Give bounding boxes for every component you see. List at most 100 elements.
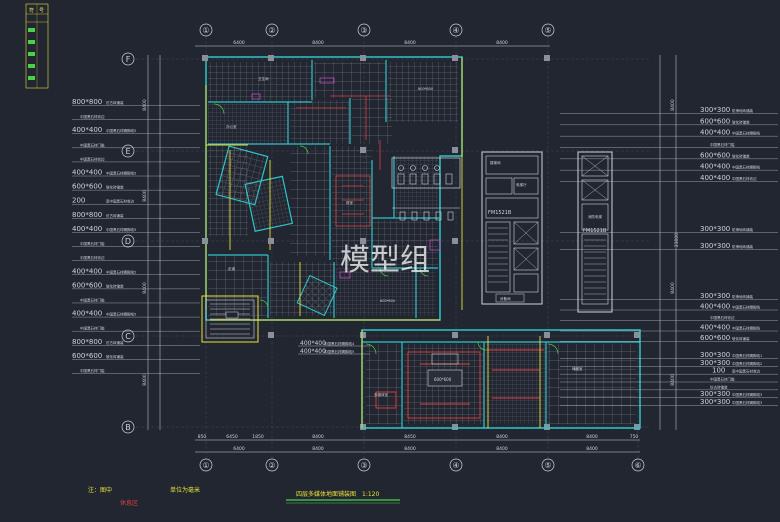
left-ann-size: 400*400 [72, 225, 102, 233]
elevator-core-2: FM1521B 消防电梯 [577, 151, 613, 313]
core1-label: 楼梯间 [490, 160, 501, 165]
dim-left-3: 8400 [142, 282, 148, 294]
left-ann-size: 400*400 [72, 126, 102, 134]
right-ann-text: 宽中国黑石材收边 [732, 369, 760, 374]
right-ann-text: 中国黑石材踢脚线3 [732, 392, 762, 397]
lower-room-label-2: 多媒体室 [374, 392, 388, 397]
right-ann-size: 300*300 [700, 359, 730, 367]
dim-bot2-2: 8400 [312, 446, 324, 452]
note-label: 注：图中 [88, 486, 112, 494]
right-ann-size: 300*300 [700, 398, 730, 406]
left-ann-size: 200 [72, 197, 85, 205]
left-ann-text: 中国黑石材收边 [80, 255, 105, 260]
dim-bot-1: 850 [198, 434, 207, 440]
note-red: 休息区 [120, 499, 138, 507]
floor-tag-1: 600*600 [434, 377, 452, 382]
dim-top-2: 8400 [312, 40, 324, 46]
axis-bottom-5: ⑤ [544, 461, 551, 470]
lower-floor-area: 储藏室 600*600 多媒体室 [361, 329, 641, 429]
left-ann-text: 玻化砖铺装 [106, 283, 124, 288]
dim-top-4: 8400 [496, 40, 508, 46]
axis-bottom-4: ④ [452, 461, 459, 470]
left-ann-size: 600*600 [72, 352, 102, 360]
axis-left-B: B [125, 423, 131, 432]
lower-room-label: 储藏室 [572, 366, 583, 371]
room-label-1: 卫生间 [258, 76, 269, 81]
right-ann-text: 中国黑石材踢脚线3 [732, 400, 762, 405]
right-ann-text: 中国黑石材门槛 [710, 377, 735, 382]
right-ann-size: 600*600 [700, 151, 730, 159]
room-label-3: 前室 [346, 200, 354, 205]
axis-bottom-1: ① [202, 461, 209, 470]
right-ann-text: 防滑地砖铺装 [732, 108, 753, 113]
left-ann-text: 中国黑石材门槛 [80, 326, 105, 331]
right-ann-text: 中国黑石材踢脚线 [732, 326, 760, 331]
axis-left-F: F [126, 55, 131, 64]
left-ann-size: 400*400 [72, 310, 102, 318]
left-ann-text: 中国黑石材门槛 [80, 142, 105, 147]
floor-plan-svg: 符 号 ① ② ③ ④ ⑤ ① ② ③ ④ ⑤ ⑥ F E D C B 6400… [25, 3, 778, 507]
elevator-core-1: FM1521B 楼梯间 电梯厅 设备间 [481, 151, 543, 305]
left-ann-text: 宽中国黑石材收边 [106, 199, 134, 204]
axis-left-C: C [125, 332, 131, 341]
right-ann-size: 300*300 [700, 106, 730, 114]
right-ann-text: 中国黑石材收边 [732, 176, 757, 181]
right-ann-size: 400*400 [700, 324, 730, 332]
door-tag-2: FM1521B [583, 228, 607, 234]
left-ann-text: 玻化砖铺装 [106, 354, 124, 359]
door-tag-1: FM1521B [488, 210, 512, 216]
dim-bot-3: 1850 [252, 434, 264, 440]
floor-tag-2: 800*800 [418, 87, 433, 91]
right-ann-size: 300*300 [700, 351, 730, 359]
right-ann-size: 300*300 [700, 225, 730, 233]
room-label-4: 走道 [228, 266, 235, 271]
right-ann-size: 100 [712, 367, 725, 375]
right-ann-text: 中国黑石材收边 [710, 315, 735, 320]
left-ann-text: 玻化砖铺装 [106, 185, 124, 190]
note-unit: 单位为毫米 [170, 486, 200, 494]
axis-top-4: ④ [452, 26, 459, 35]
right-ann-size: 600*600 [700, 334, 730, 342]
right-ann-text: 玻化砖铺装 [732, 336, 750, 341]
left-ann-text: 仿古砖铺装 [106, 213, 124, 218]
left-ann-text: 中国黑石材踢脚线5 [106, 128, 136, 133]
left-ann-text: 中国黑石材门槛 [80, 297, 105, 302]
room-label-2: 办公室 [226, 124, 237, 129]
axis-bubbles-top [199, 23, 555, 37]
right-ann-size: 300*300 [700, 242, 730, 250]
right-ann-text: 防滑地砖铺装 [732, 227, 753, 232]
legend-char-1: 符 [29, 7, 34, 14]
dim-bot-2: 6450 [226, 434, 238, 440]
left-ann-size: 600*600 [72, 183, 102, 191]
dim-right-2: 8400 [670, 282, 676, 294]
left-ann-size: 600*600 [72, 281, 102, 289]
right-ann-text: 仿古砖铺装 [710, 384, 728, 389]
right-ann-text: 中国黑石材门槛 [710, 142, 735, 147]
left-ann-text: 中国黑石材踢脚线5 [106, 312, 136, 317]
axis-left-D: D [125, 237, 131, 246]
dim-right-3: 8400 [670, 374, 676, 386]
axis-bottom-6: ⑥ [634, 461, 641, 470]
right-ann-text: 中国黑石材踢脚线 [732, 131, 760, 136]
axis-bubbles-bottom [199, 458, 645, 472]
legend-box: 符 号 [25, 3, 49, 89]
axis-top-3: ③ [360, 26, 367, 35]
dim-bot2-1: 6400 [233, 446, 245, 452]
axis-top-5: ⑤ [544, 26, 551, 35]
axis-top-2: ② [268, 26, 275, 35]
left-ann-text: 中国黑石材踢脚线5 [106, 269, 136, 274]
left-ann-text: 仿古砖铺装 [106, 100, 124, 105]
center-ann-2-size: 400*400 [300, 348, 326, 355]
drawing-scale: 1:120 [362, 491, 379, 498]
right-ann-text: 中国黑石材踢脚线 [732, 305, 760, 310]
dim-bot-6: 8400 [496, 434, 508, 440]
dim-right-4: 23000 [674, 233, 680, 247]
legend-char-2: 号 [39, 8, 44, 14]
axis-bottom-3: ③ [360, 461, 367, 470]
right-ann-text: 中国黑石材踢脚线 [732, 165, 760, 170]
center-ann-1-text: 中国黑石材踢脚线4 [324, 341, 355, 346]
right-ann-text: 中国黑石材踢脚线1 [732, 353, 762, 358]
dim-top-3: 8400 [404, 40, 416, 46]
right-ann-text: 玻化砖铺装 [732, 119, 750, 124]
dim-bot-8: 750 [630, 434, 639, 440]
